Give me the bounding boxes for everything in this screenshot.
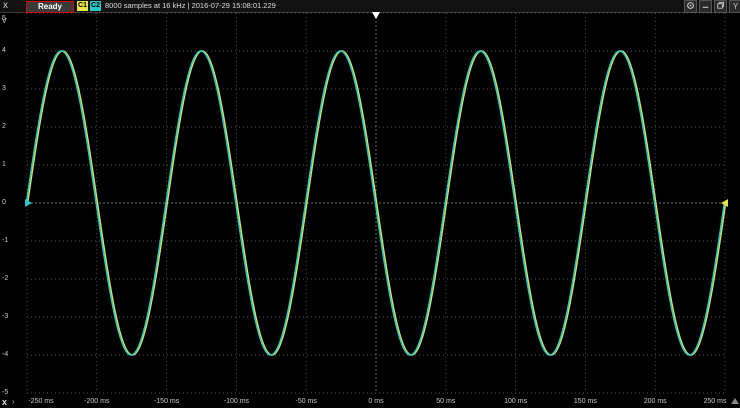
x-tick-label: -150 ms	[153, 398, 180, 405]
waveform-plot[interactable]	[0, 0, 740, 408]
x-tick-label: -100 ms	[223, 398, 250, 405]
x-tick-label: 100 ms	[504, 398, 528, 405]
trigger-marker-icon	[372, 12, 380, 19]
x-tick-label: -250 ms	[28, 398, 54, 405]
x-tick-label: 200 ms	[643, 398, 667, 405]
x-tick-label: 50 ms	[436, 398, 456, 405]
x-tick-label: 150 ms	[573, 398, 597, 405]
scroll-marker-icon[interactable]	[731, 398, 739, 404]
x-tick-label: 0 ms	[368, 398, 384, 405]
chevron-icon[interactable]: ›	[12, 397, 15, 407]
x-tick-label: -50 ms	[295, 398, 317, 405]
x-tick-label: -200 ms	[84, 398, 110, 405]
x-tick-label: 250 ms	[703, 398, 727, 405]
close-x-axis-icon[interactable]: x	[2, 397, 7, 407]
markers	[25, 12, 728, 207]
